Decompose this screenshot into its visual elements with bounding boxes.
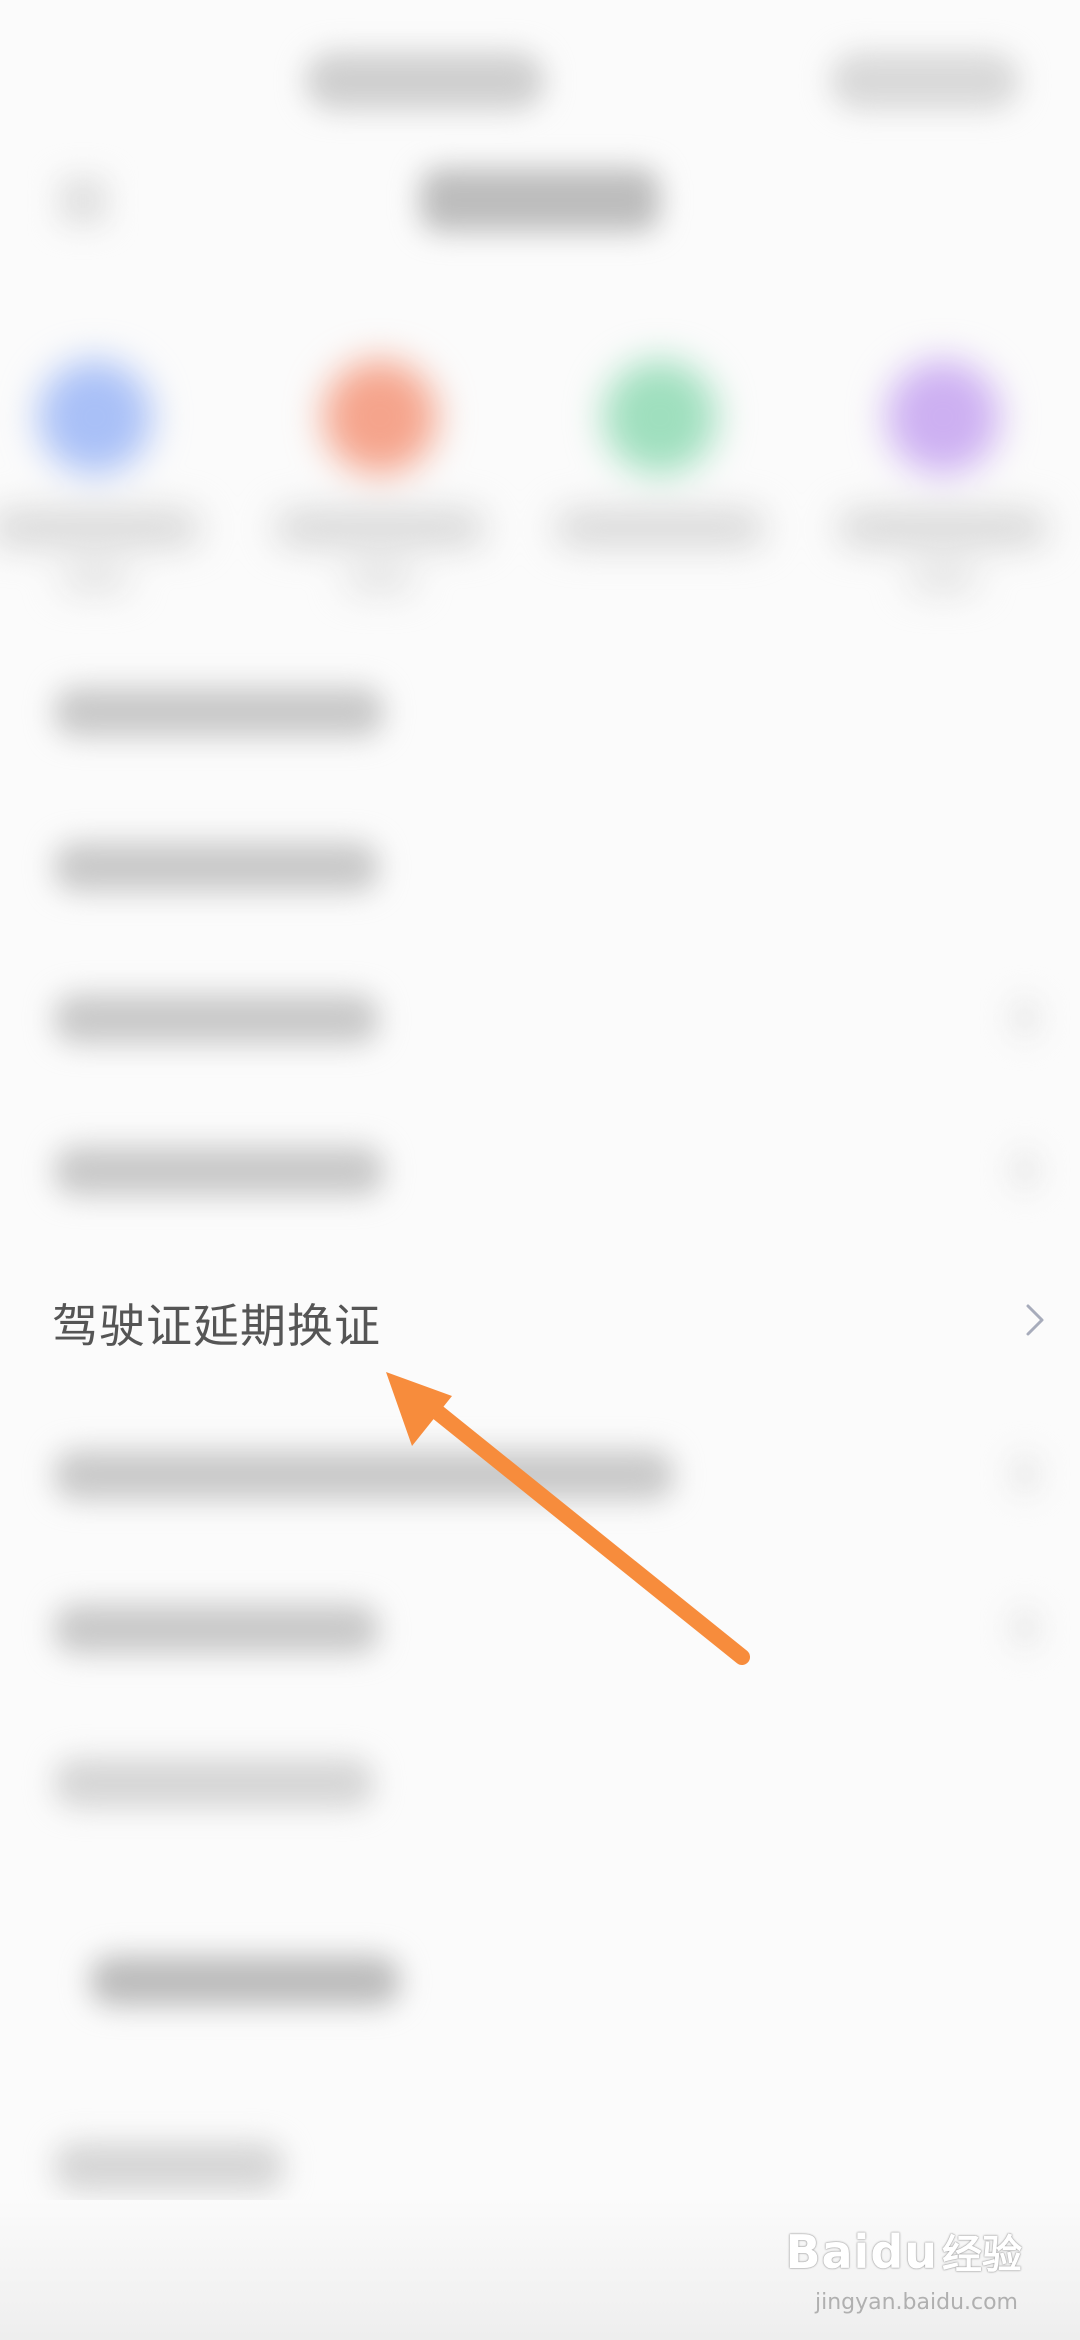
service-sublabel [60, 565, 130, 591]
list-item[interactable] [0, 1094, 1080, 1246]
service-item[interactable] [0, 360, 200, 620]
service-label [275, 510, 485, 546]
list-item[interactable] [0, 1706, 1080, 1858]
chevron-right-icon [1010, 1608, 1040, 1648]
list-item-label [54, 842, 379, 892]
service-icon [886, 360, 1000, 474]
list-item[interactable] [0, 635, 1080, 787]
service-icon [603, 360, 717, 474]
list-item-label [90, 1956, 400, 2006]
list-item-label [54, 994, 379, 1044]
service-item[interactable] [555, 360, 765, 620]
status-bar-center [305, 52, 545, 110]
list-item-label: 驾驶证延期换证 [52, 1299, 381, 1353]
service-sublabel [908, 565, 978, 591]
service-label [555, 510, 765, 546]
service-icon [38, 360, 152, 474]
back-button[interactable] [58, 176, 108, 226]
chevron-right-icon [1026, 1304, 1044, 1336]
screen: 驾驶证延期换证 Baidu 经验 jingyan.baidu.com [0, 0, 1080, 2340]
service-sublabel [345, 565, 415, 591]
list-item-label [54, 1758, 374, 1808]
chevron-right-icon [1010, 1150, 1040, 1190]
watermark-url: jingyan.baidu.com [814, 2290, 1018, 2315]
list-item[interactable] [0, 942, 1080, 1094]
list-item-label [54, 1146, 384, 1196]
list-item[interactable] [0, 1398, 1080, 1550]
service-icon [323, 360, 437, 474]
service-label [838, 510, 1048, 546]
page-title [420, 168, 660, 232]
watermark-suffix: 经验 [942, 2232, 1022, 2278]
chevron-right-icon [1010, 1454, 1040, 1494]
list-item[interactable] [0, 1904, 1080, 2056]
list-item[interactable] [0, 790, 1080, 942]
watermark: Baidu 经验 [785, 2222, 1022, 2280]
list-item-label [54, 687, 384, 737]
list-item-label [54, 2142, 284, 2192]
service-label [0, 510, 200, 546]
chevron-right-icon [1010, 998, 1040, 1038]
status-bar-right [830, 52, 1020, 110]
service-item[interactable] [275, 360, 485, 620]
list-item-label [54, 1604, 379, 1654]
watermark-brand: Baidu [785, 2225, 938, 2279]
list-item-label [54, 1450, 674, 1500]
service-item[interactable] [838, 360, 1048, 620]
list-item[interactable] [0, 1552, 1080, 1704]
